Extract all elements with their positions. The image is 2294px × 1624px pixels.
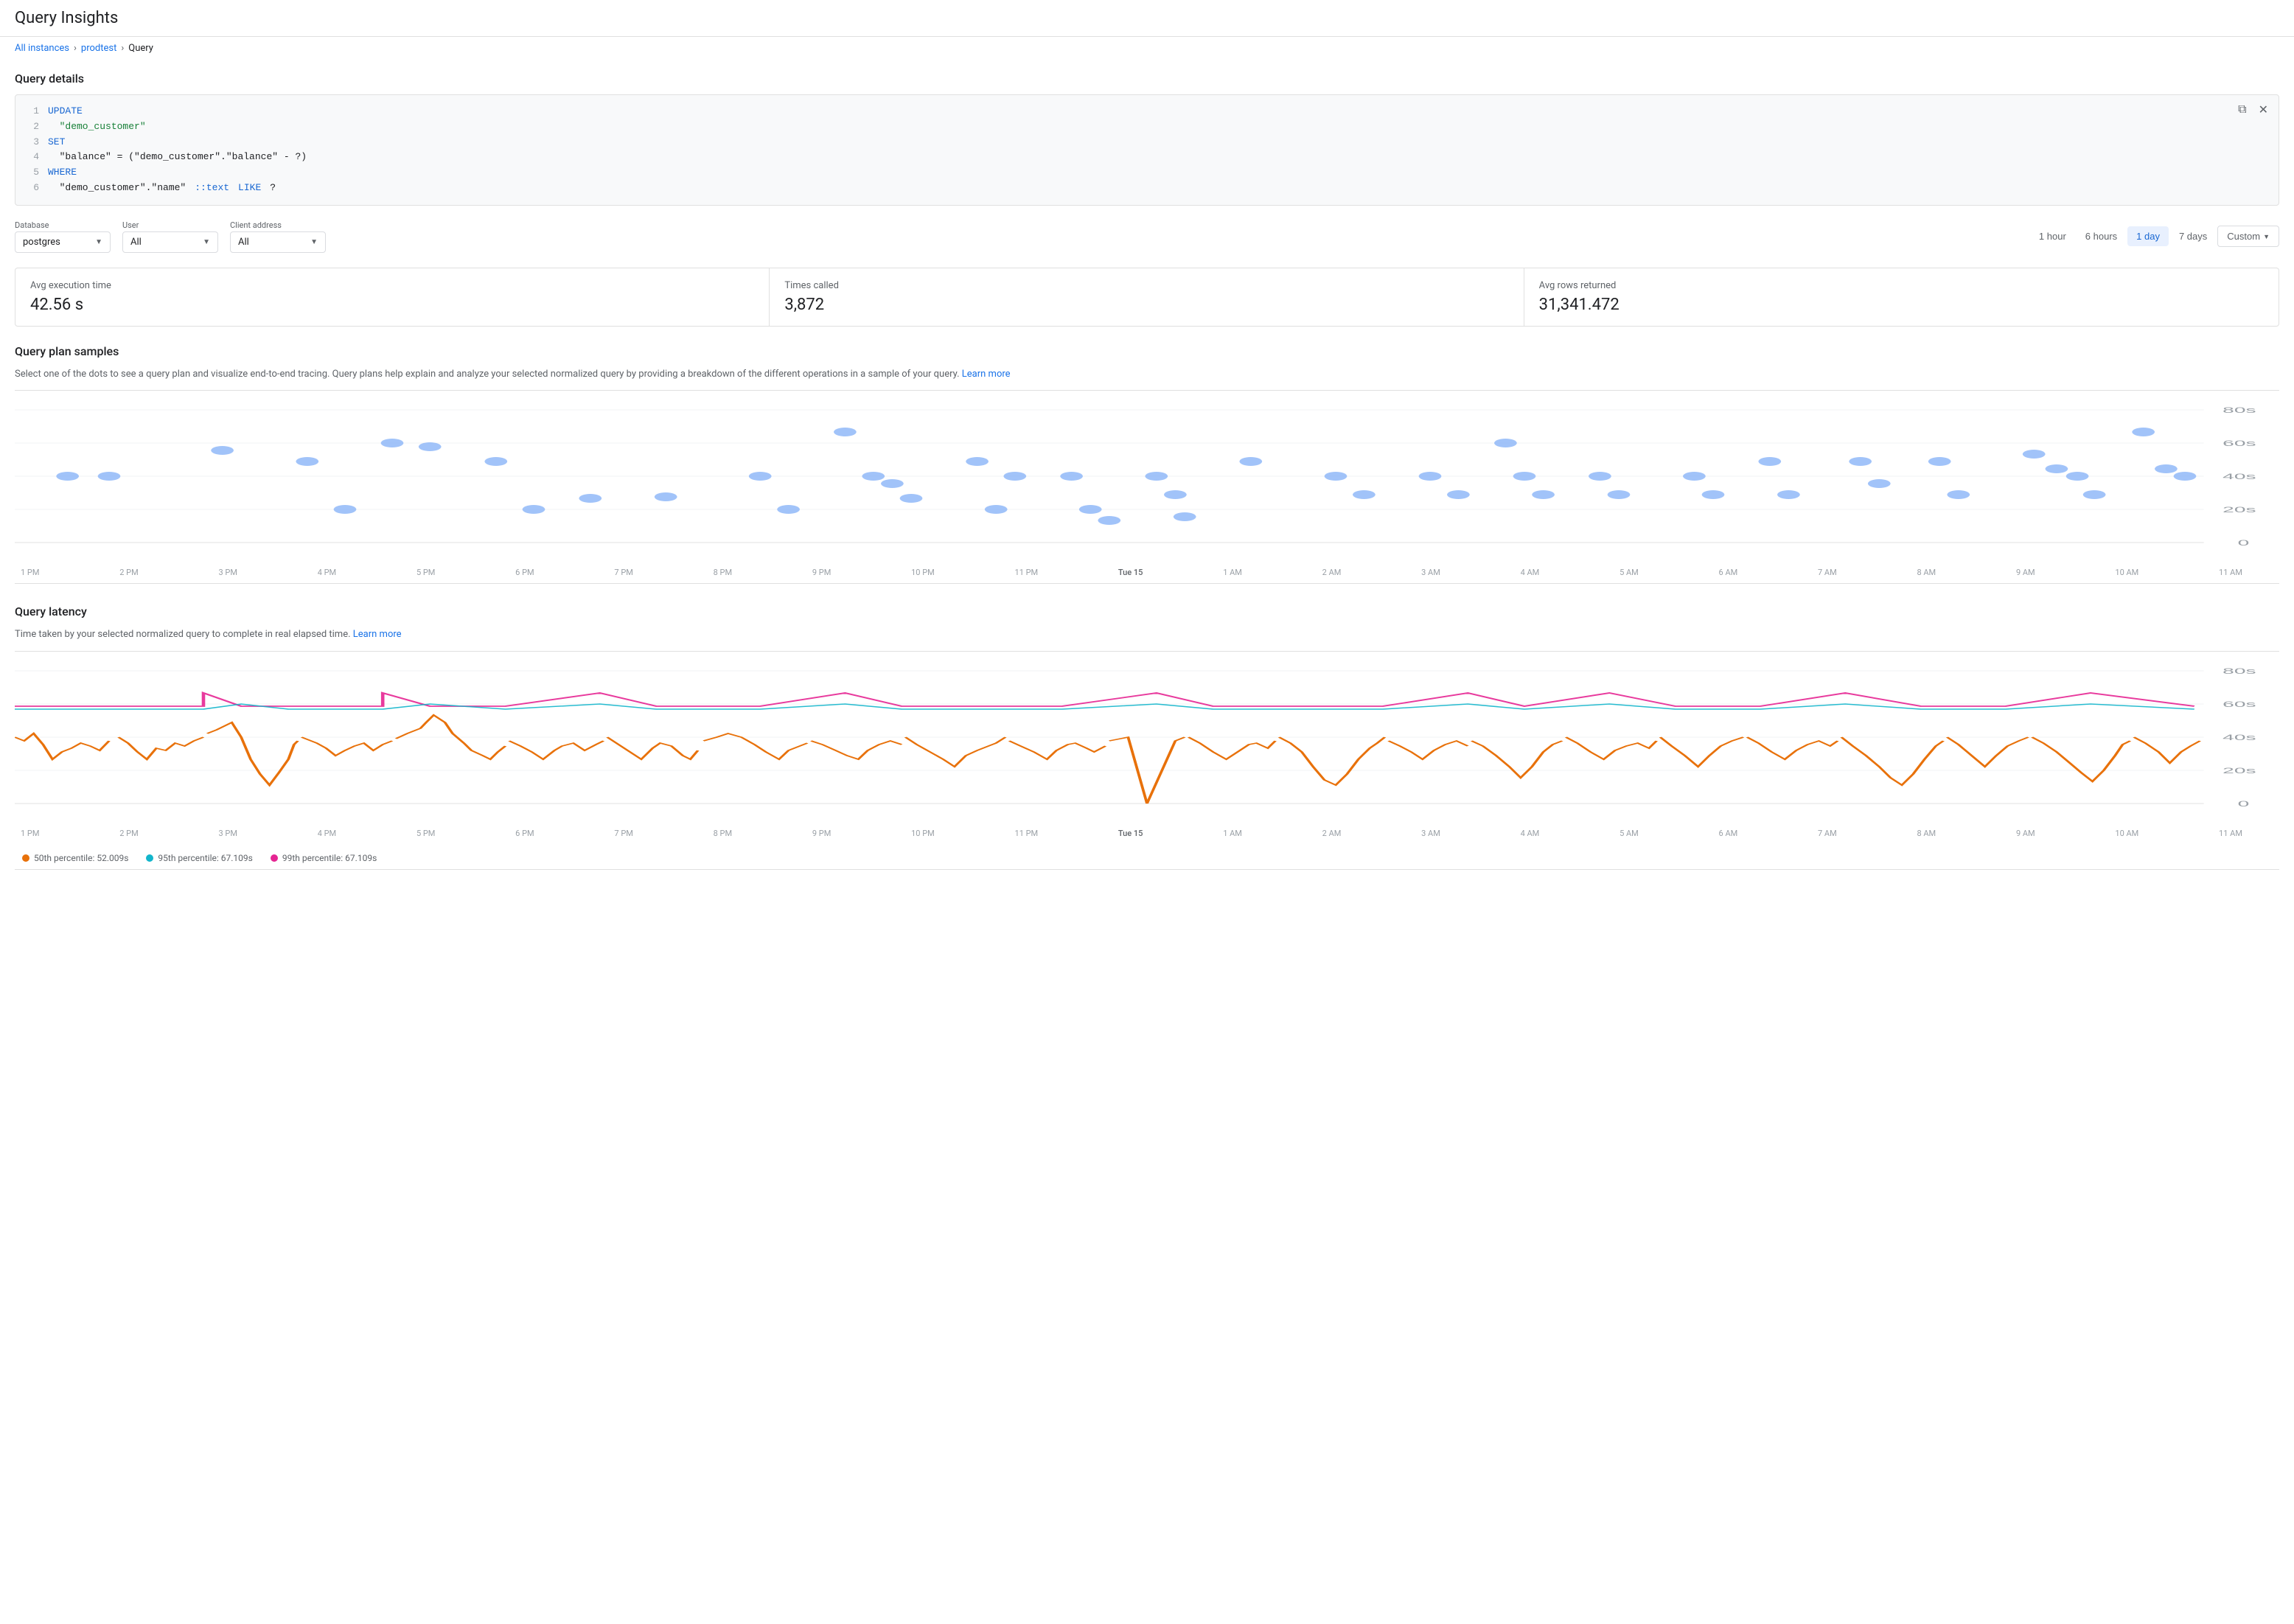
metric-avg-rows: Avg rows returned 31,341.472: [1524, 268, 2279, 326]
times-called-label: Times called: [784, 280, 1508, 291]
filters-row: Database postgres ▼ User All ▼ Client ad…: [15, 220, 2279, 253]
user-value: All: [130, 237, 142, 248]
svg-text:0: 0: [2238, 539, 2250, 548]
metric-times-called: Times called 3,872: [770, 268, 1524, 326]
avg-rows-value: 31,341.472: [1539, 296, 2264, 314]
avg-rows-label: Avg rows returned: [1539, 280, 2264, 291]
breadcrumb-sep-2: ›: [121, 43, 124, 54]
scatter-x-axis: 1 PM 2 PM 3 PM 4 PM 5 PM 6 PM 7 PM 8 PM …: [15, 565, 2248, 583]
svg-text:60s: 60s: [2222, 700, 2256, 708]
user-label: User: [122, 220, 218, 230]
legend-95th: 95th percentile: 67.109s: [146, 853, 252, 863]
client-address-value: All: [238, 237, 249, 248]
query-details-title: Query details: [15, 72, 2279, 86]
time-btn-1day[interactable]: 1 day: [2127, 226, 2169, 246]
metrics-row: Avg execution time 42.56 s Times called …: [15, 268, 2279, 327]
query-latency-section: Query latency Time taken by your selecte…: [15, 604, 2279, 870]
code-line-5: 5WHERE: [27, 165, 2267, 181]
query-plan-desc-text: Select one of the dots to see a query pl…: [15, 369, 960, 380]
latency-svg: 80s 60s 40s 20s 0: [15, 663, 2279, 826]
query-details-section: Query details ⧉ ✕ 1UPDATE 2 "demo_custom…: [15, 72, 2279, 206]
code-block: ⧉ ✕ 1UPDATE 2 "demo_customer" 3SET 4 "ba…: [15, 94, 2279, 206]
times-called-value: 3,872: [784, 296, 1508, 314]
breadcrumb: All instances › prodtest › Query: [0, 37, 2294, 60]
client-address-label: Client address: [230, 220, 326, 230]
query-latency-title: Query latency: [15, 604, 2279, 618]
client-address-arrow: ▼: [310, 238, 318, 246]
query-plan-chart: 80s 60s 40s 20s 0: [15, 390, 2279, 584]
code-line-6: 6 "demo_customer"."name"::text LIKE ?: [27, 181, 2267, 196]
svg-text:40s: 40s: [2222, 733, 2256, 742]
breadcrumb-prodtest[interactable]: prodtest: [81, 43, 116, 54]
query-plan-desc: Select one of the dots to see a query pl…: [15, 367, 2279, 382]
query-plan-title: Query plan samples: [15, 344, 2279, 358]
copy-button[interactable]: ⧉: [2235, 101, 2249, 119]
client-address-filter: Client address All ▼: [230, 220, 326, 253]
app-title: Query Insights: [15, 9, 2279, 27]
svg-text:60s: 60s: [2222, 439, 2256, 448]
latency-chart: 80s 60s 40s 20s 0: [15, 651, 2279, 870]
svg-text:20s: 20s: [2222, 506, 2256, 515]
code-line-2: 2 "demo_customer": [27, 119, 2267, 135]
time-btn-7days[interactable]: 7 days: [2170, 226, 2216, 246]
query-latency-learn-more[interactable]: Learn more: [353, 629, 402, 640]
database-select[interactable]: postgres ▼: [15, 231, 111, 253]
copy-icon: ⧉: [2238, 103, 2246, 116]
time-btn-1hour[interactable]: 1 hour: [2030, 226, 2075, 246]
avg-exec-label: Avg execution time: [30, 280, 754, 291]
database-arrow: ▼: [95, 238, 102, 246]
client-address-select[interactable]: All ▼: [230, 231, 326, 253]
breadcrumb-all-instances[interactable]: All instances: [15, 43, 69, 54]
breadcrumb-sep-1: ›: [74, 43, 77, 54]
query-plan-learn-more[interactable]: Learn more: [962, 369, 1011, 380]
close-button[interactable]: ✕: [2256, 101, 2271, 119]
legend-99th-label: 99th percentile: 67.109s: [282, 853, 377, 863]
svg-text:20s: 20s: [2222, 766, 2256, 775]
user-select[interactable]: All ▼: [122, 231, 218, 253]
time-filters: 1 hour 6 hours 1 day 7 days Custom ▼: [2030, 226, 2279, 247]
svg-text:0: 0: [2238, 799, 2250, 808]
legend-50th-dot: [22, 854, 29, 862]
user-arrow: ▼: [203, 238, 210, 246]
latency-legend: 50th percentile: 52.009s 95th percentile…: [15, 844, 2279, 869]
query-plan-section: Query plan samples Select one of the dot…: [15, 344, 2279, 585]
query-latency-desc-text: Time taken by your selected normalized q…: [15, 629, 351, 640]
legend-95th-dot: [146, 854, 153, 862]
legend-95th-label: 95th percentile: 67.109s: [158, 853, 252, 863]
code-line-4: 4 "balance" = ("demo_customer"."balance"…: [27, 150, 2267, 165]
avg-exec-value: 42.56 s: [30, 296, 754, 314]
legend-99th-dot: [271, 854, 278, 862]
query-latency-desc: Time taken by your selected normalized q…: [15, 627, 2279, 642]
database-filter: Database postgres ▼: [15, 220, 111, 253]
code-line-1: 1UPDATE: [27, 104, 2267, 119]
close-icon: ✕: [2259, 104, 2268, 116]
svg-text:80s: 80s: [2222, 406, 2256, 415]
app-header: Query Insights: [0, 0, 2294, 37]
database-label: Database: [15, 220, 111, 230]
database-value: postgres: [23, 237, 60, 248]
time-btn-6hours[interactable]: 6 hours: [2077, 226, 2126, 246]
user-filter: User All ▼: [122, 220, 218, 253]
svg-text:80s: 80s: [2222, 666, 2256, 675]
scatter-svg: 80s 60s 40s 20s 0: [15, 402, 2279, 565]
time-btn-custom[interactable]: Custom ▼: [2217, 226, 2279, 247]
custom-dropdown-arrow: ▼: [2263, 233, 2270, 240]
latency-x-axis: 1 PM 2 PM 3 PM 4 PM 5 PM 6 PM 7 PM 8 PM …: [15, 826, 2248, 844]
svg-text:40s: 40s: [2222, 473, 2256, 481]
legend-50th-label: 50th percentile: 52.009s: [34, 853, 128, 863]
legend-50th: 50th percentile: 52.009s: [22, 853, 128, 863]
legend-99th: 99th percentile: 67.109s: [271, 853, 377, 863]
code-line-3: 3SET: [27, 135, 2267, 150]
metric-avg-exec: Avg execution time 42.56 s: [15, 268, 770, 326]
breadcrumb-current: Query: [128, 43, 153, 54]
